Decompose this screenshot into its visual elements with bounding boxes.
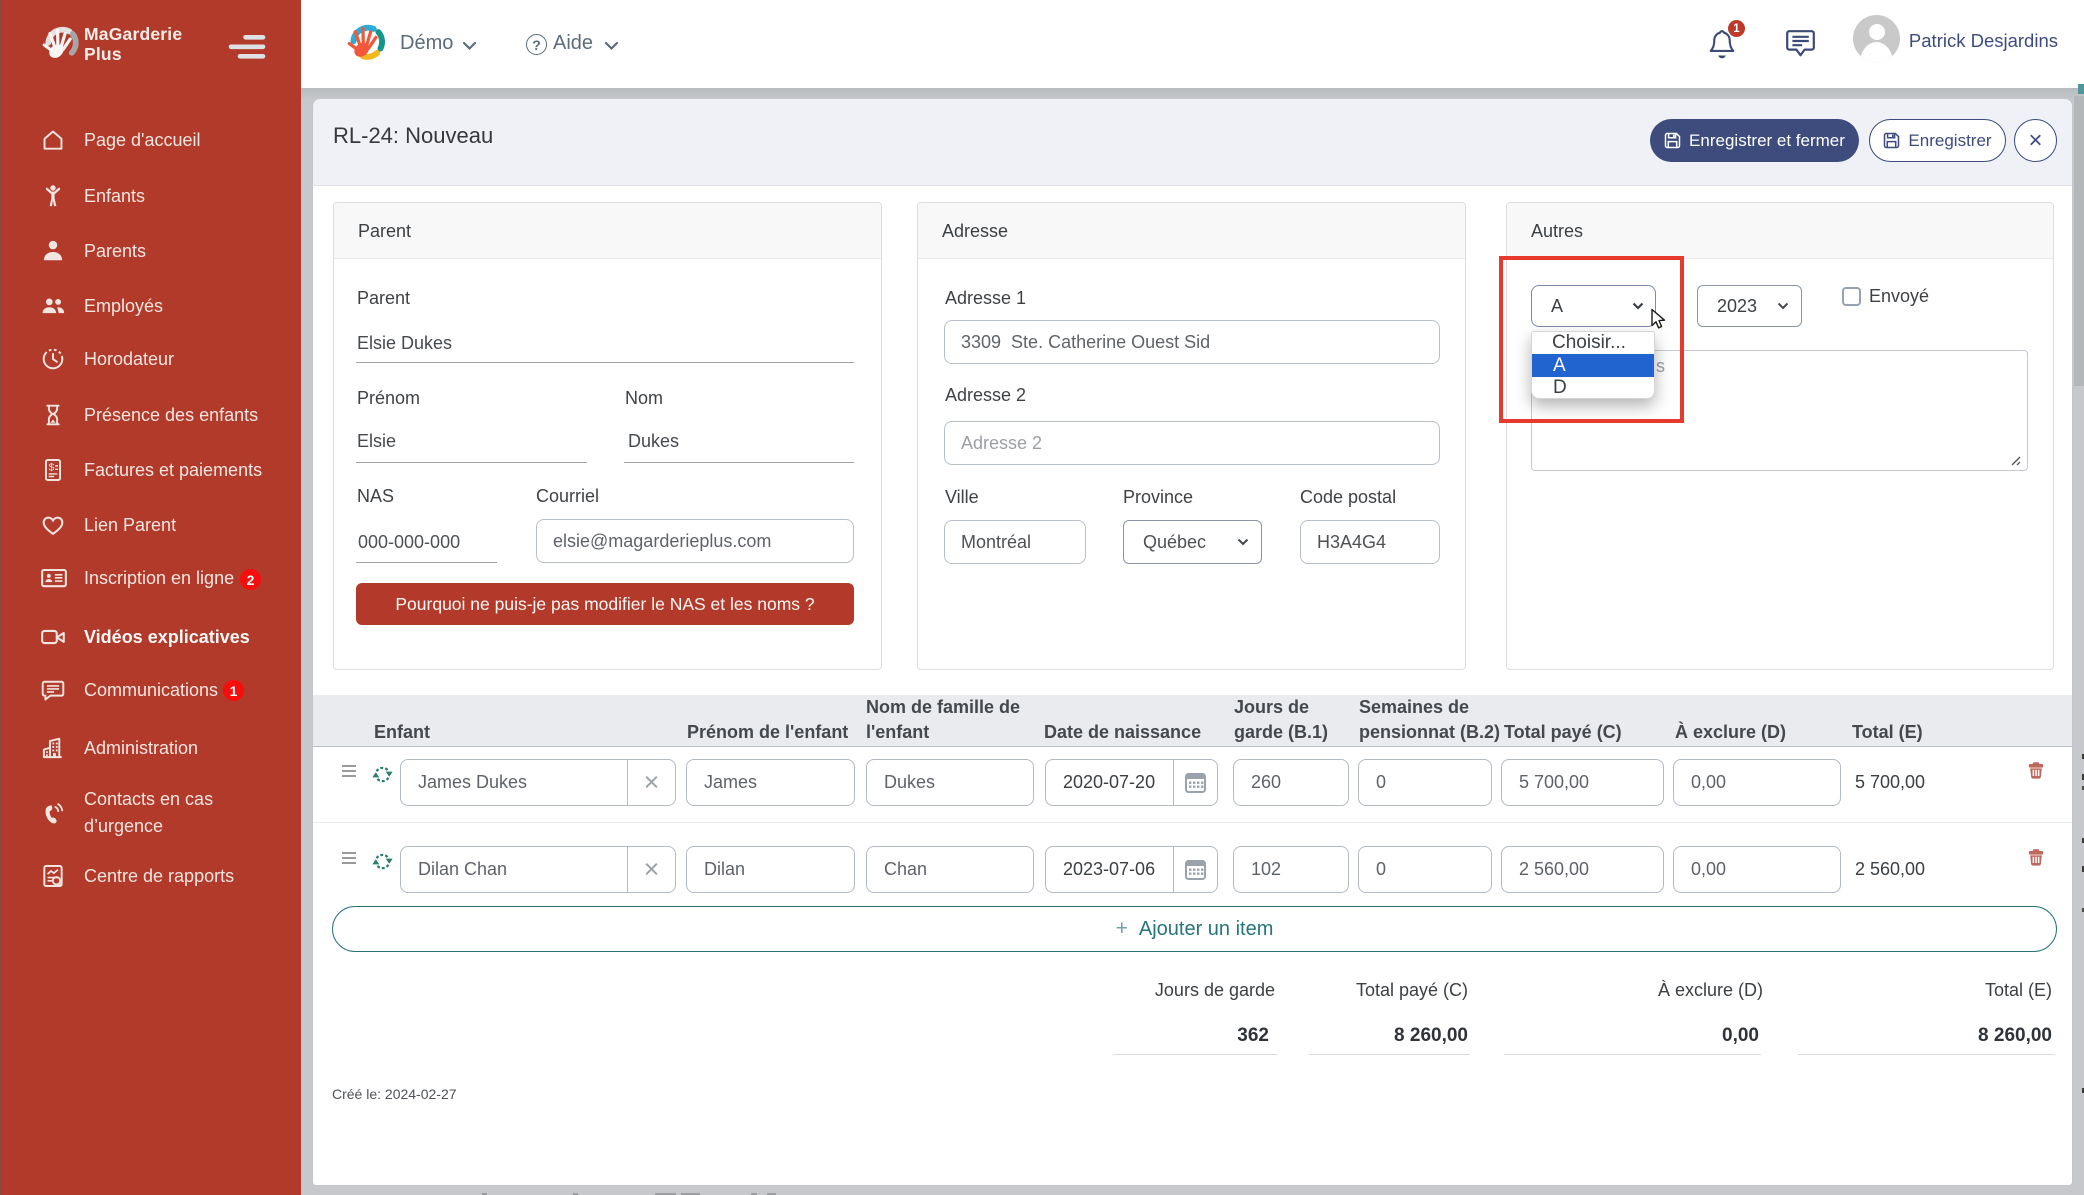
svg-text:$: $ bbox=[49, 462, 55, 473]
